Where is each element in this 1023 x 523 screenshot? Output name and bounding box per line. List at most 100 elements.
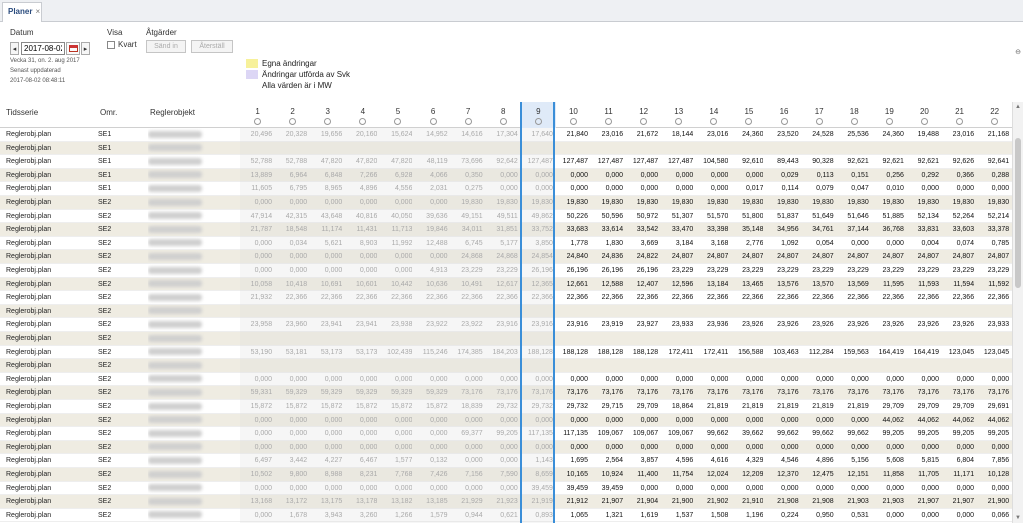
value-cell[interactable]: 0,000 [345, 373, 378, 387]
value-cell[interactable]: 0,000 [310, 427, 343, 441]
value-cell[interactable]: 19,830 [907, 196, 939, 210]
value-cell[interactable]: 24,836 [591, 250, 623, 264]
value-cell[interactable]: 127,487 [626, 155, 658, 169]
value-cell[interactable]: 23,922 [416, 318, 447, 332]
value-cell[interactable]: 4,616 [696, 454, 729, 468]
hour-header-10[interactable]: 10 [556, 102, 591, 128]
value-cell[interactable]: 12,024 [696, 468, 728, 482]
value-cell[interactable]: 0,000 [872, 441, 904, 455]
value-cell[interactable]: 1,695 [556, 454, 588, 468]
scroll-up-icon[interactable]: ▲ [1015, 104, 1021, 110]
value-cell[interactable]: 23,229 [837, 264, 868, 278]
value-cell[interactable]: 1,266 [380, 509, 413, 523]
value-cell[interactable]: 0,000 [310, 482, 343, 496]
value-cell[interactable]: 0,000 [416, 373, 448, 387]
value-cell[interactable] [942, 142, 974, 156]
hour-header-21[interactable]: 21 [942, 102, 977, 128]
value-cell[interactable]: 0,000 [380, 427, 413, 441]
value-cell[interactable] [872, 305, 904, 319]
value-cell[interactable]: 0,000 [907, 482, 939, 496]
value-cell[interactable] [872, 359, 904, 373]
value-cell[interactable]: 51,570 [696, 210, 728, 224]
value-cell[interactable]: 39,459 [521, 482, 552, 496]
value-cell[interactable]: 123,045 [942, 346, 974, 360]
value-cell[interactable]: 22,366 [837, 291, 868, 305]
value-cell[interactable]: 0,000 [626, 482, 659, 496]
value-cell[interactable]: 0,950 [802, 509, 834, 523]
value-cell[interactable]: 0,000 [380, 264, 413, 278]
value-cell[interactable]: 5,177 [486, 237, 518, 251]
value-cell[interactable]: 0,079 [802, 182, 834, 196]
value-cell[interactable]: 29,732 [521, 400, 552, 414]
value-cell[interactable] [591, 142, 623, 156]
value-cell[interactable]: 73,176 [696, 386, 728, 400]
value-cell[interactable]: 15,872 [416, 400, 447, 414]
table-row[interactable]: Reglerobj.plan SE2 [0, 359, 1012, 373]
sort-icon[interactable] [569, 118, 577, 125]
value-cell[interactable]: 0,275 [451, 182, 483, 196]
value-cell[interactable]: 19,488 [907, 128, 939, 142]
value-cell[interactable]: 188,128 [521, 346, 553, 360]
hour-header-17[interactable]: 17 [802, 102, 837, 128]
value-cell[interactable]: 13,465 [731, 278, 763, 292]
value-cell[interactable]: 21,787 [240, 223, 272, 237]
value-cell[interactable]: 44,062 [977, 414, 1009, 428]
value-cell[interactable]: 21,904 [626, 495, 658, 509]
value-cell[interactable]: 11,593 [907, 278, 939, 292]
value-cell[interactable] [696, 359, 728, 373]
value-cell[interactable]: 0,893 [521, 509, 553, 523]
value-cell[interactable]: 19,656 [310, 128, 342, 142]
value-cell[interactable]: 23,916 [521, 318, 552, 332]
value-cell[interactable] [942, 332, 974, 346]
value-cell[interactable]: 2,564 [591, 454, 624, 468]
value-cell[interactable]: 90,328 [802, 155, 833, 169]
value-cell[interactable] [626, 332, 658, 346]
value-cell[interactable]: 42,315 [275, 210, 307, 224]
value-cell[interactable]: 21,908 [802, 495, 833, 509]
value-cell[interactable]: 12,151 [837, 468, 868, 482]
scroll-thumb[interactable] [1015, 138, 1021, 288]
value-cell[interactable]: 21,840 [556, 128, 588, 142]
value-cell[interactable] [907, 305, 939, 319]
col-omr[interactable]: Omr. [94, 102, 144, 128]
value-cell[interactable]: 0,000 [802, 414, 834, 428]
value-cell[interactable]: 0,000 [696, 373, 729, 387]
value-cell[interactable]: 10,601 [345, 278, 377, 292]
sort-icon[interactable] [499, 118, 507, 125]
value-cell[interactable] [802, 359, 834, 373]
value-cell[interactable]: 47,914 [240, 210, 272, 224]
sort-icon[interactable] [745, 118, 753, 125]
value-cell[interactable]: 22,366 [380, 291, 412, 305]
value-cell[interactable]: 17,304 [486, 128, 517, 142]
value-cell[interactable]: 22,366 [486, 291, 517, 305]
table-row[interactable]: Reglerobj.plan SE2 15,872 15,872 15,872 15,87… [0, 400, 1012, 414]
value-cell[interactable]: 24,528 [802, 128, 833, 142]
value-cell[interactable]: 0,000 [240, 441, 273, 455]
value-cell[interactable]: 40,050 [380, 210, 412, 224]
sort-icon[interactable] [289, 118, 297, 125]
value-cell[interactable]: 24,360 [731, 128, 763, 142]
value-cell[interactable]: 10,442 [380, 278, 412, 292]
value-cell[interactable]: 21,168 [977, 128, 1009, 142]
value-cell[interactable]: 10,502 [240, 468, 272, 482]
value-cell[interactable]: 8,903 [345, 237, 378, 251]
value-cell[interactable]: 0,000 [731, 482, 764, 496]
value-cell[interactable]: 0,000 [486, 182, 518, 196]
value-cell[interactable]: 0,054 [802, 237, 834, 251]
value-cell[interactable]: 0,000 [837, 237, 869, 251]
prev-day-button[interactable]: ◂ [10, 42, 19, 55]
sort-icon[interactable] [429, 118, 437, 125]
value-cell[interactable]: 5,608 [872, 454, 904, 468]
value-cell[interactable]: 19,830 [942, 196, 974, 210]
value-cell[interactable]: 23,520 [767, 128, 798, 142]
col-reglerobjekt[interactable]: Reglerobjekt [144, 102, 240, 128]
value-cell[interactable]: 33,831 [907, 223, 939, 237]
value-cell[interactable]: 22,366 [731, 291, 763, 305]
value-cell[interactable]: 19,830 [767, 196, 798, 210]
value-cell[interactable]: 0,000 [837, 414, 869, 428]
value-cell[interactable]: 33,542 [626, 223, 658, 237]
value-cell[interactable]: 0,000 [486, 373, 518, 387]
value-cell[interactable] [310, 305, 342, 319]
value-cell[interactable]: 17,640 [521, 128, 552, 142]
kvart-checkbox[interactable] [107, 40, 115, 49]
